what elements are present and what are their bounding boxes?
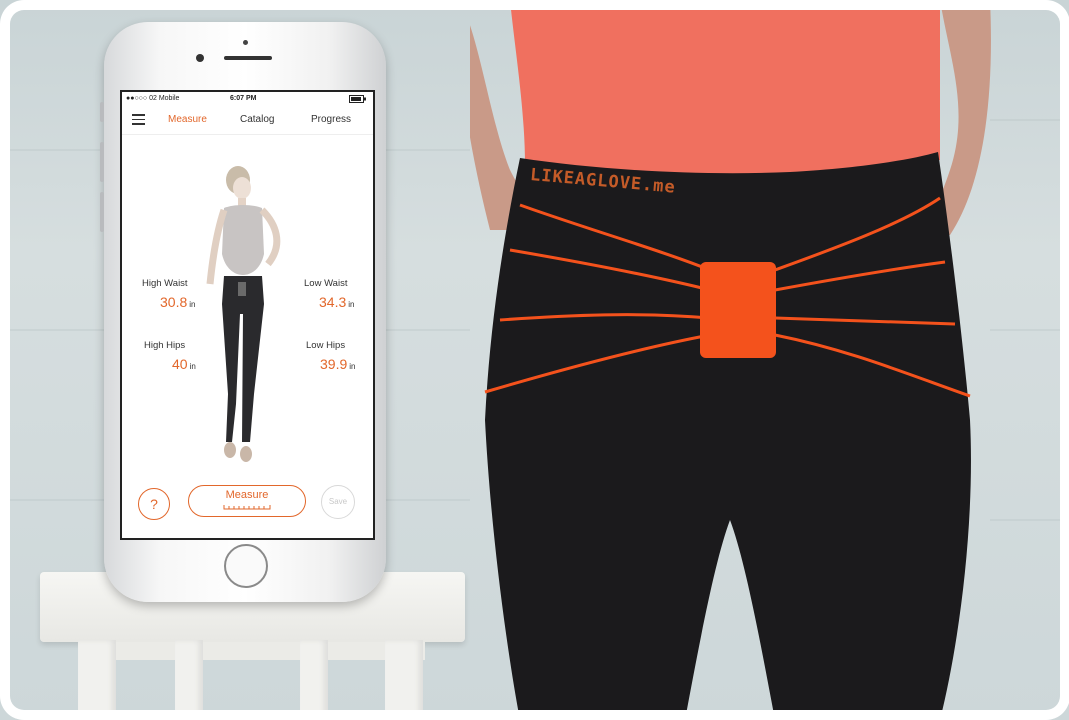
tab-measure[interactable]: Measure [168, 114, 207, 125]
app-screen: ●●○○○ 02 Mobile 6:07 PM Measure Catalog … [120, 90, 375, 540]
high-hips-value: 40 in [172, 356, 196, 372]
battery-icon [349, 95, 367, 105]
tab-catalog[interactable]: Catalog [240, 114, 274, 125]
status-bar: ●●○○○ 02 Mobile 6:07 PM [122, 92, 373, 106]
low-hips-value: 39.9 in [320, 356, 356, 372]
avatar-3d-figure [206, 166, 281, 462]
stool-leg [385, 640, 423, 720]
leggings [485, 152, 971, 720]
hamburger-menu-icon[interactable] [132, 114, 145, 128]
stool-leg [300, 640, 328, 720]
phone-mute-switch [100, 102, 104, 122]
smartphone: ●●○○○ 02 Mobile 6:07 PM Measure Catalog … [100, 22, 386, 602]
status-time: 6:07 PM [230, 95, 257, 102]
person-in-smart-leggings [470, 0, 991, 720]
stool-leg [175, 640, 203, 720]
product-photo: LIKEAGLOVE.me ●●○○○ 02 Mobile 6:07 PM Me… [0, 0, 1069, 720]
shirt [510, 0, 940, 178]
low-waist-value: 34.3 in [319, 294, 355, 310]
sensor-module [700, 262, 776, 358]
high-waist-value: 30.8 in [160, 294, 196, 310]
phone-volume-button [100, 142, 104, 182]
home-button[interactable] [224, 544, 268, 588]
phone-sensor [243, 40, 248, 45]
stool-leg [78, 640, 116, 720]
save-button[interactable]: Save [321, 485, 355, 519]
app-nav-bar: Measure Catalog Progress [122, 108, 373, 132]
phone-volume-button [100, 192, 104, 232]
measure-button[interactable]: Measure [188, 485, 306, 517]
stool-rail [80, 642, 425, 660]
low-hips-label: Low Hips [306, 340, 346, 351]
measure-button-label: Measure [225, 489, 269, 501]
tab-progress[interactable]: Progress [311, 114, 351, 125]
earpiece-speaker [224, 56, 272, 60]
carrier-label: ●●○○○ 02 Mobile [126, 95, 180, 102]
ruler-icon [223, 505, 271, 510]
low-waist-label: Low Waist [304, 278, 348, 289]
nav-divider [122, 134, 373, 135]
front-camera [196, 54, 204, 62]
help-button[interactable]: ? [138, 488, 170, 520]
high-waist-label: High Waist [142, 278, 188, 289]
high-hips-label: High Hips [144, 340, 186, 351]
